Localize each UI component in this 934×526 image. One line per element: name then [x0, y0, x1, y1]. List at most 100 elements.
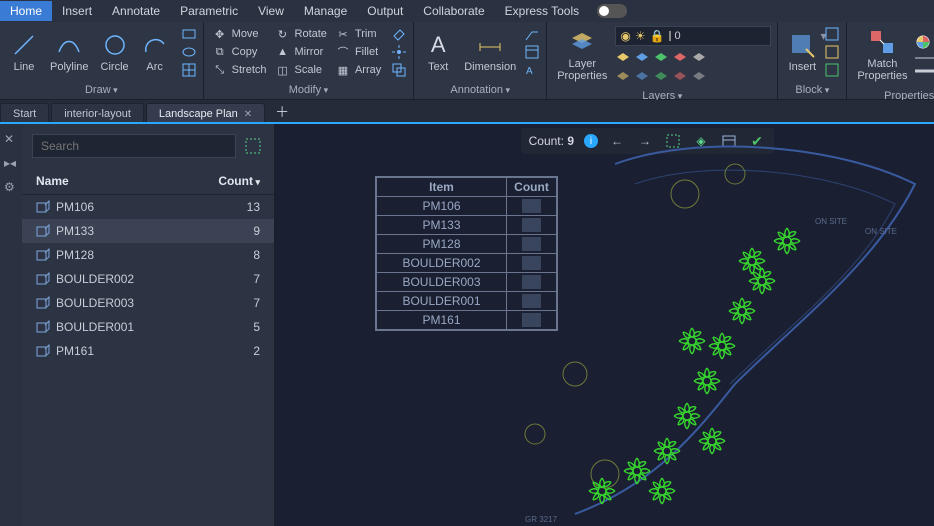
layer-tool-4[interactable]: [672, 49, 688, 65]
layer-tool-8[interactable]: [653, 68, 669, 84]
tool-move[interactable]: ✥Move: [210, 26, 269, 42]
palette-row-BOULDER002[interactable]: BOULDER0027: [22, 267, 274, 291]
highlight-icon[interactable]: ◈: [692, 132, 710, 150]
confirm-icon[interactable]: ✔: [748, 132, 766, 150]
color-control[interactable]: ByL: [915, 34, 934, 50]
tool-polyline[interactable]: Polyline: [46, 29, 93, 75]
offset-icon[interactable]: [391, 62, 407, 78]
layer-tool-6[interactable]: [615, 68, 631, 84]
shrub-block: [585, 474, 619, 508]
close-palette-icon[interactable]: ✕: [4, 132, 18, 146]
tab-start[interactable]: Start: [0, 103, 49, 124]
tool-fillet[interactable]: ⌒Fillet: [333, 44, 383, 60]
layer-tool-9[interactable]: [672, 68, 688, 84]
next-icon[interactable]: →: [636, 132, 654, 150]
ribbon: Line Polyline Circle Arc Draw: [0, 22, 934, 100]
tab-landscape-plan[interactable]: Landscape Plan✕: [146, 103, 265, 124]
rotate-icon: ↻: [275, 26, 291, 42]
panel-block-title[interactable]: Block: [778, 82, 846, 100]
menu-annotate[interactable]: Annotate: [102, 1, 170, 21]
leader-icon[interactable]: [524, 26, 540, 42]
palette-row-PM161[interactable]: PM1612: [22, 339, 274, 363]
theme-switch[interactable]: [597, 4, 627, 18]
table-icon[interactable]: [524, 44, 540, 60]
tool-insert[interactable]: Insert: [784, 29, 820, 75]
explode-icon[interactable]: [391, 44, 407, 60]
rectangle-icon[interactable]: [181, 26, 197, 42]
tool-dimension[interactable]: Dimension: [460, 29, 520, 75]
palette-header[interactable]: Name Count: [22, 168, 274, 195]
menu-home[interactable]: Home: [0, 1, 52, 21]
mtext-icon[interactable]: A: [524, 62, 540, 78]
tool-scale[interactable]: ◫Scale: [273, 62, 329, 78]
zoom-extents-icon[interactable]: [664, 132, 682, 150]
ellipse-icon[interactable]: [181, 44, 197, 60]
tab-new[interactable]: ＋: [267, 100, 297, 124]
search-input[interactable]: [32, 134, 236, 158]
dt-head-item: Item: [377, 178, 507, 197]
close-icon[interactable]: ✕: [244, 109, 252, 120]
panel-layers: Layer Properties ◉ ☀ 🔒 ▾: [547, 22, 778, 99]
palette-row-PM128[interactable]: PM1288: [22, 243, 274, 267]
palette-row-PM133[interactable]: PM1339: [22, 219, 274, 243]
layer-combo[interactable]: ◉ ☀ 🔒 ▾: [615, 26, 771, 46]
select-objects-icon[interactable]: [242, 135, 264, 157]
linetype-control[interactable]: [915, 66, 934, 76]
tool-stretch[interactable]: ⤡Stretch: [210, 62, 269, 78]
layer-swatch-row-2: [615, 68, 771, 84]
palette-row-PM106[interactable]: PM10613: [22, 195, 274, 219]
menu-parametric[interactable]: Parametric: [170, 1, 248, 21]
lightbulb-icon: ◉: [620, 29, 630, 43]
menu-output[interactable]: Output: [357, 1, 413, 21]
menu-insert[interactable]: Insert: [52, 1, 102, 21]
panel-annotation-title[interactable]: Annotation: [414, 82, 546, 100]
panel-draw-title[interactable]: Draw: [0, 82, 203, 100]
attribute-icon[interactable]: [824, 62, 840, 78]
drawing-canvas[interactable]: Count: 9 i ← → ◈ ✔ ItemCount PM1060PM133…: [275, 124, 934, 526]
tool-layer-properties[interactable]: Layer Properties: [553, 26, 611, 84]
svg-text:A: A: [526, 66, 533, 77]
palette-row-BOULDER001[interactable]: BOULDER0015: [22, 315, 274, 339]
tool-mirror[interactable]: ▲Mirror: [273, 44, 329, 60]
gear-icon[interactable]: ⚙: [4, 180, 18, 194]
layer-tool-3[interactable]: [653, 49, 669, 65]
lineweight-control[interactable]: [915, 53, 934, 63]
layer-color-swatch: [669, 31, 671, 41]
tool-rotate[interactable]: ↻Rotate: [273, 26, 329, 42]
tool-match-properties[interactable]: Match Properties: [853, 26, 911, 84]
edit-block-icon[interactable]: [824, 44, 840, 60]
tool-trim[interactable]: ✂Trim: [333, 26, 383, 42]
menu-manage[interactable]: Manage: [294, 1, 357, 21]
menu-view[interactable]: View: [248, 1, 294, 21]
info-icon[interactable]: i: [584, 134, 598, 148]
layer-tool-10[interactable]: [691, 68, 707, 84]
menu-express-tools[interactable]: Express Tools: [495, 1, 589, 21]
panel-modify-title[interactable]: Modify: [204, 82, 414, 100]
menu-collaborate[interactable]: Collaborate: [413, 1, 494, 21]
insert-count-icon[interactable]: [720, 132, 738, 150]
tool-text[interactable]: A Text: [420, 29, 456, 75]
tool-circle-label: Circle: [101, 61, 129, 73]
layer-properties-icon: [568, 28, 596, 56]
erase-icon[interactable]: [391, 26, 407, 42]
layer-tool-1[interactable]: [615, 49, 631, 65]
hatch-icon[interactable]: [181, 62, 197, 78]
dock-icon[interactable]: ▸◂: [4, 156, 18, 170]
tool-line[interactable]: Line: [6, 29, 42, 75]
prev-icon[interactable]: ←: [608, 132, 626, 150]
match-properties-icon: [868, 28, 896, 56]
dimension-icon: [476, 31, 504, 59]
create-block-icon[interactable]: [824, 26, 840, 42]
circle-icon: [101, 31, 129, 59]
layer-swatch-row-1: [615, 49, 771, 65]
tool-copy[interactable]: ⧉Copy: [210, 44, 269, 60]
layer-tool-5[interactable]: [691, 49, 707, 65]
palette-row-BOULDER003[interactable]: BOULDER0037: [22, 291, 274, 315]
tool-array[interactable]: ▦Array: [333, 62, 383, 78]
tool-circle[interactable]: Circle: [97, 29, 133, 75]
tool-arc[interactable]: Arc: [137, 29, 173, 75]
layer-tool-7[interactable]: [634, 68, 650, 84]
shrub-block: [645, 474, 679, 508]
layer-tool-2[interactable]: [634, 49, 650, 65]
tab-interior-layout[interactable]: interior-layout: [51, 103, 144, 124]
